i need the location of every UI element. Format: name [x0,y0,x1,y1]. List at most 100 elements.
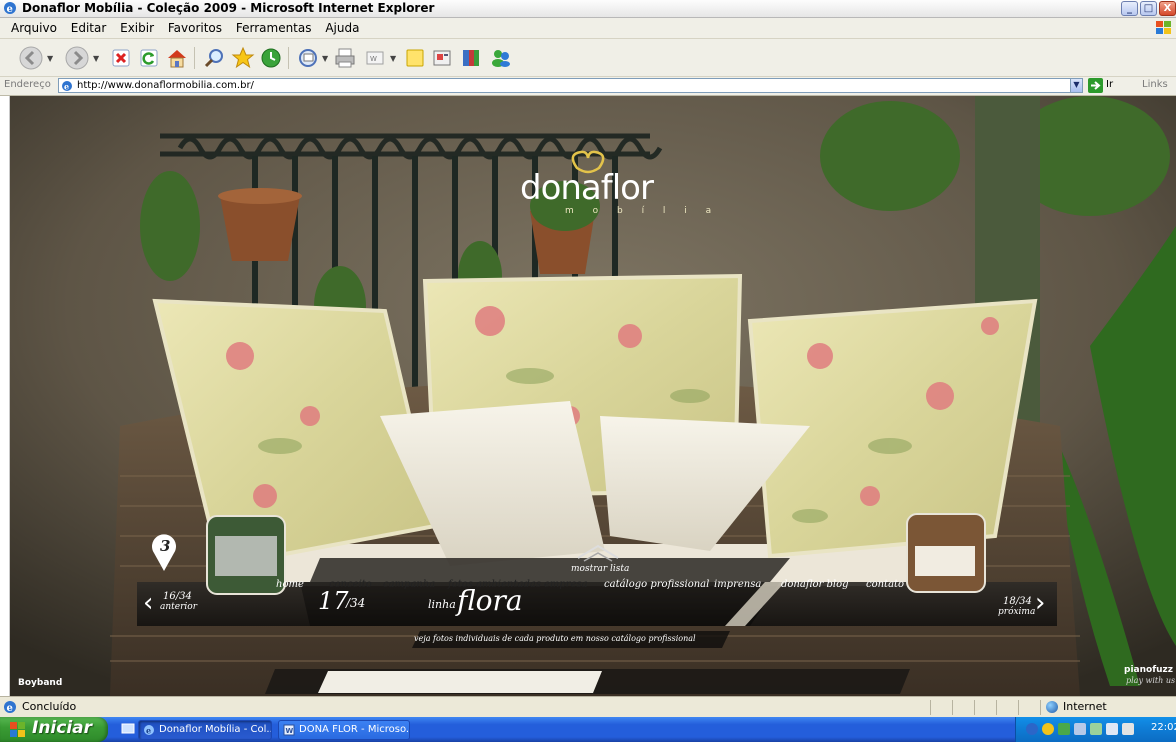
credit-pianofuzz-tagline: play with us [1126,676,1176,685]
prev-count[interactable]: 16/34 [163,591,192,602]
nav-fotos-ambientadas[interactable]: fotos ambientadas [448,579,541,590]
nav-empresa[interactable]: empresa [544,579,588,590]
stop-button[interactable] [108,45,134,71]
prev-label[interactable]: anterior [160,602,197,612]
refresh-button[interactable] [136,45,162,71]
forward-icon [65,46,89,70]
chevron-up-icon[interactable] [574,540,622,562]
tray-user-icon[interactable] [1058,723,1070,735]
book-icon [463,50,479,66]
toolbar: ▼ ▼ ▼ W ▼ [0,39,1176,77]
toolbar-separator [288,47,289,69]
menu-ferramentas[interactable]: Ferramentas [231,18,317,38]
page-left-edge [0,96,10,696]
history-icon [261,48,281,68]
menu-bar: Arquivo Editar Exibir Favoritos Ferramen… [0,18,1176,39]
security-zone: Internet [1063,700,1107,713]
back-dropdown-icon[interactable]: ▼ [47,54,53,63]
menu-arquivo[interactable]: Arquivo [6,18,62,38]
site-logo[interactable]: donaflor [520,168,654,208]
notepad-icon [406,49,424,67]
mail-button[interactable] [296,45,322,71]
home-icon [168,50,186,68]
nav-conceito[interactable]: conceito [329,579,372,590]
back-button[interactable] [18,45,44,71]
tray-update-icon[interactable] [1090,723,1102,735]
credit-pianofuzz[interactable]: pianofuzz [1124,665,1173,675]
nav-home[interactable]: home [276,579,304,590]
address-label: Endereço [4,79,51,90]
next-label[interactable]: próxima [998,607,1035,617]
page-icon: e [62,81,72,92]
next-chevron-icon[interactable]: › [1035,588,1045,618]
discuss-button[interactable] [402,45,428,71]
tray-back-icon[interactable] [1026,723,1038,735]
minimize-button[interactable]: _ [1121,1,1138,16]
refresh-icon [140,49,158,67]
next-count[interactable]: 18/34 [1003,596,1032,607]
edit-dropdown-icon[interactable]: ▼ [390,54,396,63]
address-bar: Endereço e http://www.donaflormobilia.co… [0,77,1176,96]
address-input[interactable]: e http://www.donaflormobilia.com.br/ [58,78,1082,93]
task-donaflor[interactable]: e Donaflor Mobília - Col... [138,720,272,740]
svg-text:e: e [7,4,13,15]
ie-icon: e [144,725,154,736]
show-list-button[interactable]: mostrar lista [571,564,629,574]
nav-campanha[interactable]: campanha [383,579,435,590]
search-button[interactable] [202,45,228,71]
windows-logo-icon [1156,21,1171,34]
maximize-button[interactable]: □ [1140,1,1157,16]
tray-monitor-icon[interactable] [1106,723,1118,735]
task-dona-flor-word[interactable]: W DONA FLOR - Microso... [278,720,410,740]
back-icon [19,46,43,70]
mail-dropdown-icon[interactable]: ▼ [322,54,328,63]
nav-donaflor-blog[interactable]: donaflor blog [781,579,849,590]
forward-button[interactable] [64,45,90,71]
site-logo-subtitle: m o b í l i a [565,206,720,216]
messenger-people-button[interactable] [488,45,514,71]
status-separator [930,700,931,715]
address-value: http://www.donaflormobilia.com.br/ [77,80,254,91]
menu-ajuda[interactable]: Ajuda [320,18,364,38]
favorites-button[interactable] [230,45,256,71]
edit-button[interactable]: W [362,45,388,71]
nav-catalogo-profissional[interactable]: catálogo profissional [604,579,709,590]
nav-contato[interactable]: contato [866,579,904,590]
tray-network-icon[interactable] [1074,723,1086,735]
home-button[interactable] [164,45,190,71]
status-bar: e Concluído Internet [0,696,1176,717]
address-dropdown-icon[interactable]: ▼ [1070,78,1083,93]
menu-exibir[interactable]: Exibir [115,18,159,38]
go-arrow-icon[interactable] [1088,78,1103,93]
internet-globe-icon [1046,701,1058,713]
print-button[interactable] [332,45,358,71]
tray-security-icon[interactable] [1042,723,1054,735]
svg-text:W: W [370,55,377,63]
catalog-note[interactable]: veja fotos individuais de cada produto e… [414,634,696,643]
start-button[interactable]: Iniciar [0,717,108,742]
messenger-icon [492,50,510,67]
status-separator [996,700,997,715]
forward-dropdown-icon[interactable]: ▼ [93,54,99,63]
menu-editar[interactable]: Editar [66,18,112,38]
go-button[interactable]: Ir [1106,79,1113,90]
credit-boyband[interactable]: Boyband [18,678,62,688]
search-icon [204,49,223,68]
badge-number: 3 [160,537,171,555]
links-button[interactable]: Links [1142,79,1168,90]
history-button[interactable] [258,45,284,71]
windows-flag-icon [10,722,25,737]
mail-icon [299,49,317,67]
line-prefix: linha [428,598,456,611]
tools-button[interactable] [458,45,484,71]
close-button[interactable]: X [1159,1,1176,16]
task-label: DONA FLOR - Microso... [299,724,410,735]
tray-star-icon[interactable] [1122,723,1134,735]
print-icon [335,48,355,68]
start-label: Iniciar [32,718,93,738]
menu-favoritos[interactable]: Favoritos [163,18,227,38]
show-desktop-icon[interactable] [121,722,135,736]
prev-chevron-icon[interactable]: ‹ [143,588,153,618]
messenger-button[interactable] [430,45,456,71]
nav-imprensa[interactable]: imprensa [714,579,761,590]
